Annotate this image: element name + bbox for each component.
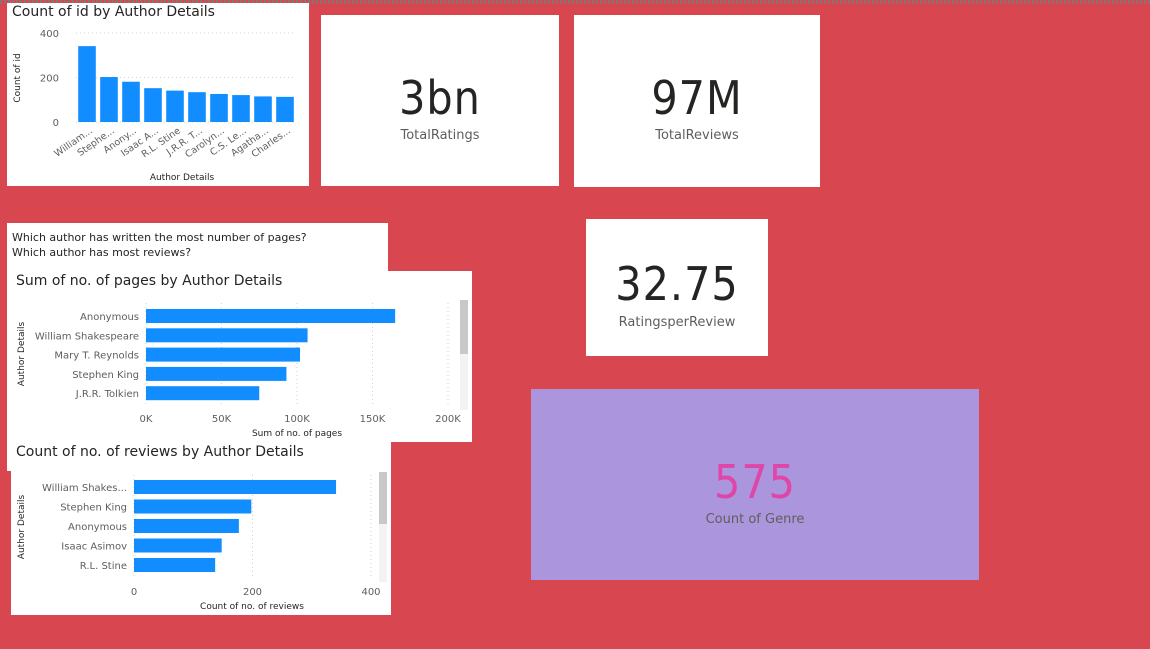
- pages-by-author-card[interactable]: Sum of no. of pages by Author Details 0K…: [7, 271, 472, 442]
- bar: [134, 558, 216, 572]
- bar: [166, 90, 184, 122]
- y-tick-label: 400: [40, 29, 59, 40]
- total-ratings-label: TotalRatings: [400, 128, 480, 143]
- count-by-author-chart: 0200400William...Stephe...Anony...Isaac …: [13, 29, 296, 183]
- reviews-by-author-card[interactable]: Count of no. of reviews by Author Detail…: [11, 442, 391, 615]
- y-axis-title: Count of id: [13, 53, 23, 102]
- x-axis-title: Sum of no. of pages: [252, 429, 342, 439]
- total-reviews-label: TotalReviews: [655, 128, 739, 143]
- question-line-1: Which author has written the most number…: [12, 231, 307, 244]
- total-ratings-card[interactable]: 3bn TotalRatings: [321, 15, 559, 186]
- y-axis-title: Author Details: [17, 322, 27, 387]
- bar: [122, 81, 140, 122]
- bar: [78, 46, 96, 122]
- bar: [146, 366, 287, 381]
- reviews-by-author-chart: 0 200 400 William Shakes... Stephen King Anon…: [17, 475, 381, 612]
- bar: [254, 96, 272, 122]
- bar: [188, 92, 206, 122]
- bar: [146, 347, 301, 362]
- scrollbar-thumb[interactable]: [460, 300, 468, 354]
- y-axis-title: Author Details: [17, 495, 27, 560]
- bar: [146, 328, 308, 343]
- total-reviews-value: 97M: [651, 71, 743, 125]
- total-reviews-card[interactable]: 97M TotalReviews: [574, 15, 820, 187]
- ratings-per-review-value: 32.75: [615, 257, 739, 311]
- bar: [210, 93, 228, 122]
- count-of-genre-label: Count of Genre: [705, 512, 805, 527]
- y-tick-label: 200: [40, 74, 59, 85]
- y-tick-label: 0: [53, 118, 59, 129]
- x-tick-label: 400: [361, 587, 380, 598]
- bar: [134, 519, 239, 533]
- count-of-genre-value: 575: [714, 455, 796, 509]
- y-tick-label: Anonymous: [68, 522, 127, 533]
- x-tick-label: 150K: [360, 414, 386, 425]
- bar: [146, 309, 396, 323]
- y-tick-label: J.R.R. Tolkien: [75, 389, 139, 400]
- y-tick-label: Stephen King: [72, 370, 139, 381]
- x-tick-label: 200K: [435, 414, 461, 425]
- ratings-per-review-card[interactable]: 32.75 RatingsperReview: [586, 219, 768, 356]
- count-by-author-card[interactable]: Count of id by Author Details 0 200 400 Wil…: [7, 3, 309, 186]
- x-tick-label: 0K: [140, 414, 153, 425]
- y-tick-label: R.L. Stine: [80, 561, 127, 572]
- x-axis-title: Author Details: [150, 173, 215, 183]
- bar: [276, 96, 294, 122]
- bar: [146, 386, 260, 401]
- bar: [134, 499, 252, 514]
- y-tick-label: William Shakes...: [42, 483, 127, 494]
- x-tick-label: 100K: [284, 414, 310, 425]
- ratings-per-review-label: RatingsperReview: [618, 315, 736, 330]
- total-ratings-value: 3bn: [399, 71, 481, 125]
- bar: [232, 95, 250, 122]
- x-axis-title: Count of no. of reviews: [200, 602, 304, 612]
- pages-by-author-chart: 0K 50K 100K 150K 200K Anonymous William Shakes…: [17, 303, 461, 439]
- y-tick-label: Mary T. Reynolds: [54, 351, 139, 362]
- x-tick-label: 200: [243, 587, 262, 598]
- bar: [100, 77, 118, 122]
- x-tick-label: 0: [131, 587, 137, 598]
- bar: [134, 480, 337, 494]
- bar: [134, 538, 222, 553]
- y-tick-label: Stephen King: [60, 503, 127, 514]
- count-of-genre-card[interactable]: 575 Count of Genre: [531, 389, 979, 580]
- question-line-2: Which author has most reviews?: [12, 246, 192, 259]
- y-tick-label: Isaac Asimov: [61, 542, 127, 553]
- bar: [144, 88, 162, 122]
- y-tick-label: William Shakespeare: [35, 331, 139, 342]
- x-tick-label: 50K: [212, 414, 232, 425]
- scrollbar-thumb[interactable]: [379, 472, 387, 524]
- y-tick-label: Anonymous: [80, 312, 139, 323]
